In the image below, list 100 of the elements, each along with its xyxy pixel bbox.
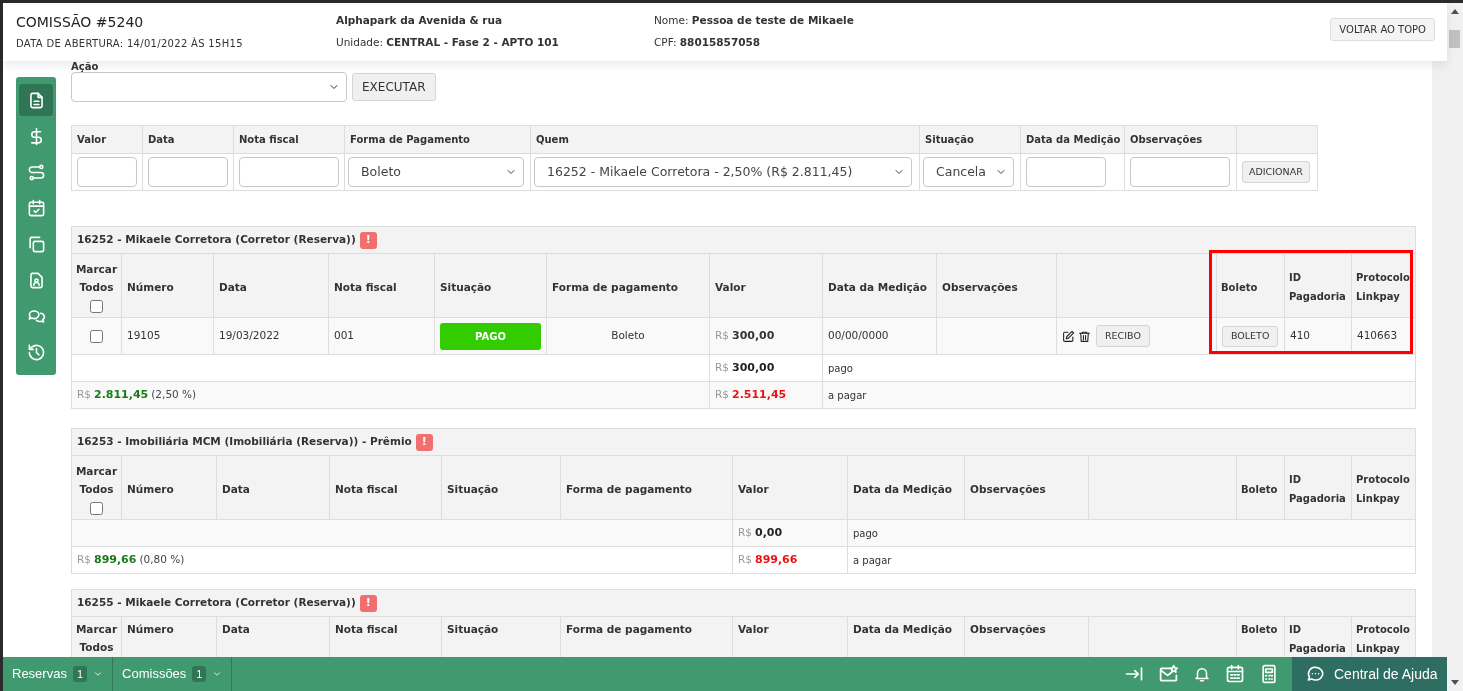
table-cell: 410663 — [1351, 317, 1416, 355]
input-field[interactable] — [1026, 157, 1106, 187]
column-header: Nota fiscal — [329, 455, 442, 520]
count-badge: 1 — [72, 666, 88, 682]
edit-icon[interactable] — [1062, 329, 1075, 343]
column-header: ID Pagadoria — [1284, 455, 1352, 520]
column-header: Data — [142, 125, 234, 154]
client-name: Nome: Pessoa de teste de Mikaele — [654, 13, 855, 29]
total-amount: 2.811,45 — [94, 386, 149, 403]
input-field[interactable] — [239, 157, 339, 187]
column-header: Marcar Todos — [75, 464, 118, 497]
add-button[interactable]: ADICIONAR — [1242, 161, 1310, 183]
table-cell: Boleto — [546, 317, 710, 355]
column-header: Forma de pagamento — [560, 455, 733, 520]
calendar-icon[interactable] — [1225, 664, 1245, 684]
boleto-button[interactable]: BOLETO — [1222, 325, 1279, 347]
execute-button[interactable]: EXECUTAR — [352, 73, 436, 101]
bottom-tab[interactable]: Reservas 1 — [3, 657, 114, 691]
table-cell: 19/03/2022 — [213, 317, 329, 355]
column-header: Nota fiscal — [233, 125, 345, 154]
scrollbar[interactable] — [1447, 3, 1463, 691]
column-header: Quem — [530, 125, 920, 154]
table-cell: pago — [847, 519, 1416, 547]
receipt-button[interactable]: RECIBO — [1096, 325, 1150, 347]
count-badge: 1 — [192, 666, 207, 682]
bottom-tab[interactable]: Comissões 1 — [113, 657, 233, 691]
arrow-to-line-icon[interactable] — [1124, 664, 1144, 684]
chat-bubble-icon[interactable] — [1306, 664, 1325, 684]
select-field[interactable]: 16252 - Mikaele Corretora - 2,50% (R$ 2.811,45) — [534, 157, 912, 187]
table-cell: 410 — [1284, 317, 1352, 355]
input-field[interactable] — [77, 157, 137, 187]
currency-label: R$ — [715, 386, 729, 402]
input-field[interactable] — [148, 157, 228, 187]
help-center-button[interactable]: Central de Ajuda — [1292, 657, 1447, 691]
caret-icon[interactable] — [93, 669, 104, 679]
select-all-checkbox[interactable] — [90, 300, 103, 313]
column-header: Observações — [1124, 125, 1237, 154]
total-amount: 899,66 — [94, 551, 137, 568]
column-header: Data da Medição — [1020, 125, 1125, 154]
percentage: (2,50 %) — [151, 386, 197, 402]
column-header: Data da Medição — [822, 253, 937, 318]
column-header: Data — [216, 455, 330, 520]
alert-badge: ! — [415, 433, 433, 451]
action-label: Ação — [71, 61, 99, 72]
select-all-checkbox[interactable] — [90, 502, 103, 515]
status-badge: PAGO — [440, 322, 541, 350]
trash-icon[interactable] — [1078, 329, 1091, 343]
column-header: Marcar Todos — [75, 622, 118, 655]
amount: 300,00 — [732, 359, 775, 376]
section-title: 16255 - Mikaele Corretora (Corretor (Reserva)) — [77, 595, 356, 611]
table-cell: a pagar — [847, 546, 1416, 574]
column-header: Boleto — [1216, 253, 1285, 318]
column-header: Situação — [441, 455, 561, 520]
opening-date: DATA DE ABERTURA: 14/01/2022 ÀS 15H15 — [16, 36, 244, 51]
column-header: Forma de Pagamento — [344, 125, 531, 154]
table-cell: 00/00/0000 — [822, 317, 937, 355]
row-checkbox[interactable] — [90, 329, 103, 343]
copy-icon[interactable] — [26, 234, 46, 254]
calculator-icon[interactable] — [1259, 664, 1279, 684]
column-header: Protocolo Linkpay — [1351, 253, 1416, 318]
input-field[interactable] — [1130, 157, 1230, 187]
history-icon[interactable] — [26, 342, 46, 362]
column-header: Data da Medição — [847, 455, 965, 520]
unit-info: Unidade: CENTRAL - Fase 2 - APTO 101 — [336, 35, 560, 50]
amount: 899,66 — [755, 551, 798, 568]
back-to-top-button[interactable]: VOLTAR AO TOPO — [1330, 17, 1435, 41]
percentage: (0,80 %) — [139, 551, 185, 567]
column-header: Nota fiscal — [328, 253, 435, 318]
currency-label: R$ — [715, 359, 729, 375]
alert-badge: ! — [359, 594, 377, 612]
column-header: Número — [121, 455, 217, 520]
column-header: ID Pagadoria — [1284, 253, 1352, 318]
currency-label: R$ — [738, 524, 752, 540]
column-header: Protocolo Linkpay — [1351, 455, 1416, 520]
column-header: Valor — [71, 125, 143, 154]
currency-label: R$ — [77, 386, 91, 402]
route-icon[interactable] — [26, 162, 46, 182]
column-header: Valor — [709, 253, 823, 318]
bell-icon[interactable] — [1193, 665, 1211, 683]
client-cpf: CPF: 88015857058 — [654, 35, 762, 50]
column-header: Data — [213, 253, 329, 318]
table-cell: 001 — [328, 317, 435, 355]
calendar-check-icon[interactable] — [26, 198, 46, 218]
column-header: Boleto — [1236, 455, 1285, 520]
column-header: Número — [121, 253, 214, 318]
select-field[interactable]: Boleto — [348, 157, 524, 187]
commission-title: COMISSÃO #5240 — [16, 13, 145, 31]
amount: 2.511,45 — [732, 386, 787, 403]
caret-icon[interactable] — [212, 669, 223, 679]
mail-star-icon[interactable] — [1158, 663, 1179, 685]
amount: 0,00 — [755, 524, 783, 541]
alert-badge: ! — [359, 231, 377, 249]
section-title: 16253 - Imobiliária MCM (Imobiliária (Reserva)) - Prêmio — [77, 434, 412, 450]
table-cell: a pagar — [822, 381, 1416, 409]
currency-label: R$ — [77, 551, 91, 567]
column-header: Observações — [964, 455, 1089, 520]
select-field[interactable]: Cancela — [923, 157, 1014, 187]
section-title: 16252 - Mikaele Corretora (Corretor (Reserva)) — [77, 232, 356, 248]
column-header: Forma de pagamento — [546, 253, 710, 318]
currency-label: R$ — [715, 327, 729, 343]
